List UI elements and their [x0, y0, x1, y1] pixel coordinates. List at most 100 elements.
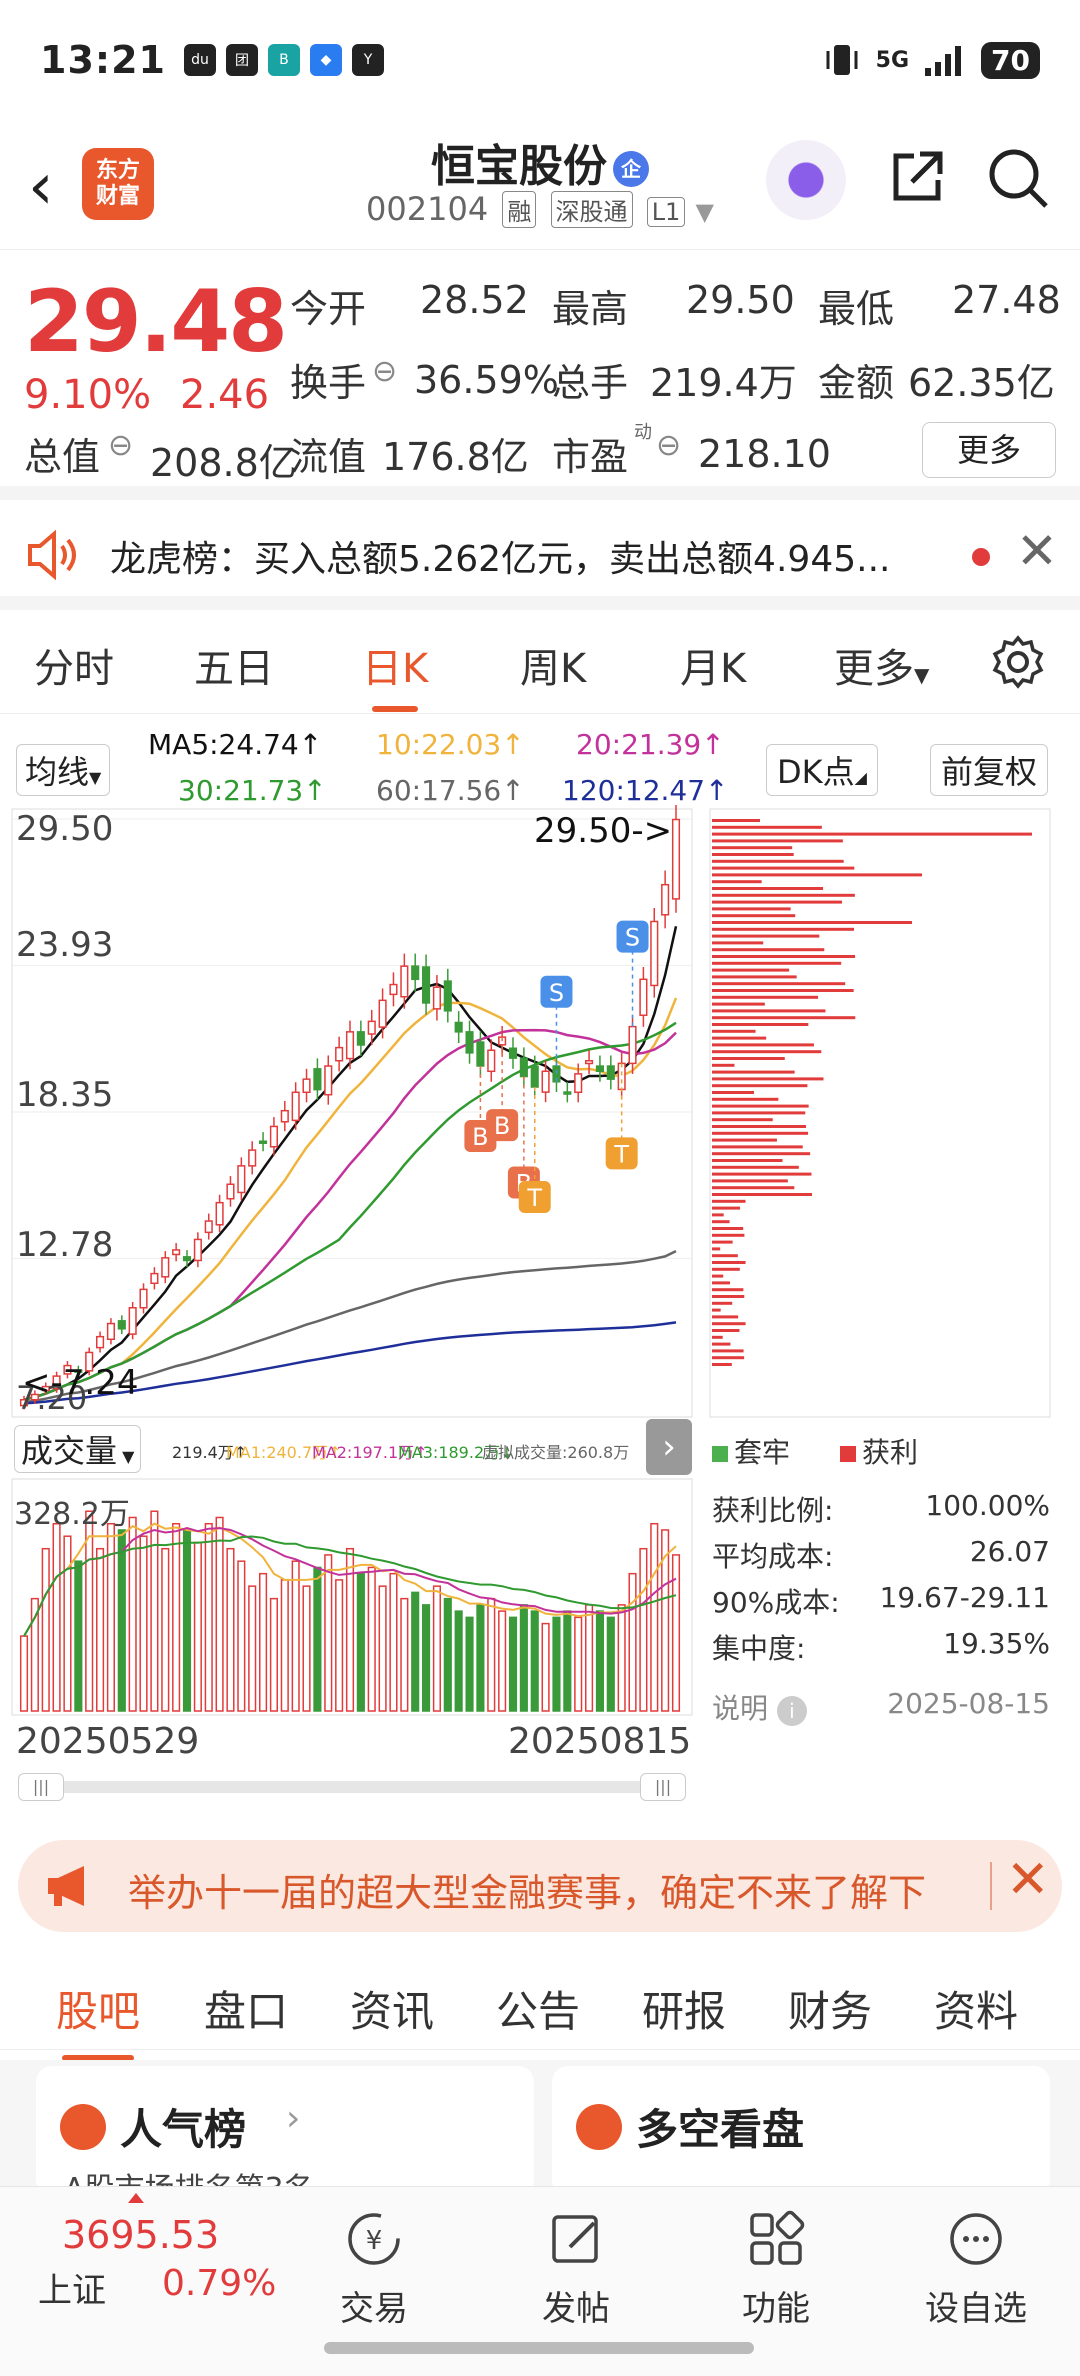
- tab-more[interactable]: 更多▼: [834, 636, 929, 694]
- chip-bar: [712, 982, 846, 986]
- tab-monthly-k[interactable]: 月K: [680, 636, 746, 694]
- caret-down-icon: ▼: [914, 663, 930, 687]
- info-icon[interactable]: ⊖: [108, 428, 133, 463]
- home-indicator[interactable]: [324, 2342, 754, 2354]
- close-icon[interactable]: ✕: [1006, 1850, 1050, 1910]
- nav-watchlist[interactable]: 设自选: [916, 2207, 1036, 2330]
- volume-indicator-selector[interactable]: 成交量 ▼: [14, 1425, 142, 1473]
- adjust-mode-button[interactable]: 前复权: [930, 744, 1049, 796]
- chip-bar: [712, 1104, 809, 1108]
- chip-bar: [712, 819, 760, 822]
- candle-body: [378, 999, 387, 1028]
- tab-orderbook[interactable]: 盘口: [204, 1978, 288, 2039]
- bull-bear-card[interactable]: 多空看盘: [552, 2066, 1050, 2196]
- chip-stat-label: 平均成本:: [712, 1540, 834, 1573]
- candle-body: [443, 980, 452, 1012]
- volume-bar: [172, 1522, 181, 1712]
- amount-label: 金额: [818, 361, 895, 405]
- ma-selector-button[interactable]: 均线▼: [16, 744, 111, 796]
- volume-axis-label: 328.2万: [14, 1497, 130, 1532]
- app-notification-icon: du: [183, 44, 216, 76]
- index-change[interactable]: 0.79%: [162, 2263, 276, 2304]
- megaphone-icon: [48, 1866, 84, 1906]
- chip-stat-row: 90%成本: 19.67-29.11: [712, 1581, 1050, 1621]
- tab-forum[interactable]: 股吧: [56, 1978, 140, 2061]
- ma5-value: MA5:24.74↑: [148, 728, 323, 761]
- volume-bar: [356, 1572, 365, 1712]
- status-time: 13:21: [40, 38, 166, 82]
- chip-date: 2025-08-15: [887, 1687, 1050, 1720]
- volume-bar: [617, 1604, 626, 1712]
- chip-bar: [712, 1213, 724, 1217]
- share-icon[interactable]: [888, 146, 948, 206]
- search-icon[interactable]: [986, 146, 1050, 210]
- gear-icon[interactable]: [990, 634, 1046, 690]
- chip-bar: [712, 955, 856, 958]
- grid-icon: [750, 2210, 805, 2265]
- chevron-down-icon: ▼: [695, 198, 714, 226]
- nav-post[interactable]: 发帖: [516, 2207, 636, 2330]
- tab-news[interactable]: 资讯: [350, 1978, 434, 2039]
- volume-bar: [74, 1560, 83, 1712]
- volume-bar: [41, 1547, 50, 1712]
- status-bar: 13:21 du 团 B ◆ Y 5G 70: [0, 0, 1080, 120]
- chip-legend-trapped: 套牢: [712, 1431, 790, 1471]
- popularity-card[interactable]: 人气榜 › A股市场排名第3名: [36, 2066, 534, 2207]
- close-icon[interactable]: ✕: [1016, 522, 1058, 580]
- tab-five-day[interactable]: 五日: [194, 636, 274, 694]
- tab-financials[interactable]: 财务: [788, 1978, 872, 2039]
- tab-daily-k[interactable]: 日K: [362, 636, 428, 712]
- candle-body: [291, 1091, 300, 1122]
- candle-body: [302, 1078, 311, 1094]
- chip-bar: [712, 887, 824, 890]
- candle-body: [150, 1272, 159, 1285]
- candle-body: [671, 818, 681, 900]
- volume-bar: [585, 1604, 594, 1712]
- dragon-tiger-notice[interactable]: 龙虎榜：买入总额5.262亿元，卖出总额4.945... ✕: [0, 500, 1080, 610]
- chip-bar: [712, 1199, 746, 1203]
- index-name[interactable]: 上证: [38, 2263, 106, 2312]
- volume-bar: [106, 1522, 115, 1712]
- index-value[interactable]: 3695.53: [62, 2213, 219, 2257]
- volume-bar: [552, 1616, 561, 1712]
- chip-bar: [712, 1118, 773, 1122]
- dk-point-button[interactable]: DK点◢: [766, 744, 878, 796]
- chip-bar: [712, 839, 843, 843]
- nav-trade[interactable]: ¥ 交易: [314, 2207, 434, 2330]
- price-axis-label: 18.35: [16, 1075, 114, 1115]
- battery-icon: 70: [981, 41, 1040, 79]
- chip-bar: [712, 1356, 745, 1360]
- range-handle-left[interactable]: |||: [18, 1773, 64, 1801]
- range-scrollbar[interactable]: [20, 1781, 682, 1793]
- chip-bar: [712, 1363, 732, 1366]
- promo-banner[interactable]: 举办十一届的超大型金融赛事，确定不来了解下 ✕: [18, 1840, 1062, 1932]
- volume-bar: [52, 1522, 61, 1712]
- info-icon[interactable]: ⊖: [372, 354, 397, 389]
- volume-bar: [259, 1572, 268, 1712]
- dk-label: DK点: [777, 753, 855, 791]
- candle-body: [128, 1307, 137, 1335]
- tab-weekly-k[interactable]: 周K: [520, 636, 586, 694]
- assistant-robot-icon[interactable]: [766, 140, 846, 220]
- kline-chart-area[interactable]: BBBTTSS 29.50 23.93 18.35 12.78 7.20 29.…: [0, 804, 1080, 1805]
- candle-body: [215, 1201, 224, 1226]
- ma20-value: 20:21.39↑: [576, 728, 725, 761]
- nav-label: 功能: [742, 2289, 810, 2329]
- tab-research[interactable]: 研报: [642, 1978, 726, 2039]
- tab-announcements[interactable]: 公告: [496, 1978, 580, 2039]
- high-value: 29.50: [686, 278, 795, 322]
- chip-stat-row: 获利比例: 100.00%: [712, 1489, 1050, 1529]
- volume-bar: [422, 1604, 431, 1712]
- chip-note-row[interactable]: 说明 i 2025-08-15: [712, 1687, 1050, 1727]
- range-handle-right[interactable]: |||: [640, 1773, 686, 1801]
- more-button[interactable]: 更多: [922, 422, 1056, 478]
- nav-functions[interactable]: 功能: [716, 2207, 836, 2330]
- dragon-text: 龙虎榜：买入总额5.262亿元，卖出总额4.945...: [110, 539, 891, 580]
- low-value: 27.48: [952, 278, 1061, 322]
- chevron-right-icon[interactable]: ›: [646, 1419, 692, 1475]
- volume-bar: [563, 1610, 572, 1712]
- info-icon[interactable]: ⊖: [656, 428, 681, 463]
- tab-intraday[interactable]: 分时: [34, 636, 114, 694]
- app-notification-icon: ◆: [309, 44, 342, 76]
- tab-profile[interactable]: 资料: [934, 1978, 1018, 2039]
